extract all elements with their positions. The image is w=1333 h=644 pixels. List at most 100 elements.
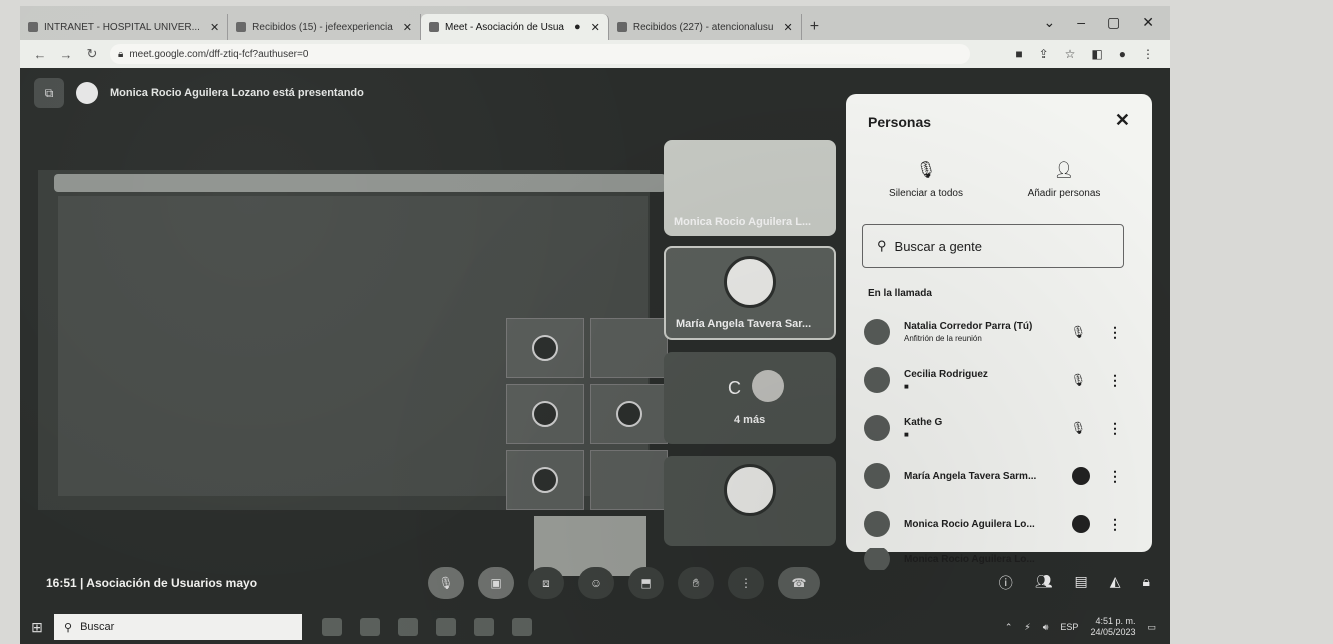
shared-tile (590, 318, 668, 378)
participant-tile[interactable]: Monica Rocio Aguilera L... (664, 140, 836, 236)
close-icon[interactable]: ✕ (403, 21, 412, 34)
more-options-icon[interactable]: ⋮ (1108, 516, 1122, 533)
captions-icon[interactable]: ⧈ (528, 567, 564, 599)
more-participants-tile[interactable]: C 4 más (664, 352, 836, 444)
avatar (864, 367, 890, 393)
more-options-icon[interactable]: ⋮ (1108, 420, 1122, 437)
volume-icon[interactable]: 🔊︎ (1043, 622, 1049, 633)
tray-time: 4:51 p. m. (1095, 616, 1136, 626)
close-icon[interactable]: ✕ (210, 21, 219, 34)
layout-icon[interactable]: ⧉ (34, 78, 64, 108)
address-bar[interactable]: 🔒︎ meet.google.com/dff-ztiq-fcf?authuser… (110, 44, 970, 64)
raise-hand-icon[interactable]: ✋︎ (678, 567, 714, 599)
camera-off-icon: ■ (904, 382, 909, 391)
activities-icon[interactable]: ◭ (1110, 573, 1121, 593)
close-icon[interactable]: ✕ (1115, 110, 1130, 131)
notifications-icon[interactable]: ▭ (1147, 622, 1156, 633)
camera-off-icon: ■ (904, 430, 909, 439)
section-label: En la llamada (868, 288, 932, 299)
close-icon[interactable]: ✕ (783, 21, 792, 34)
search-icon: ⚲ (64, 621, 73, 634)
profile-icon[interactable]: ● (1119, 47, 1126, 61)
tab-gmail-atencion[interactable]: Recibidos (227) - atencionalusu ✕ (609, 14, 802, 40)
meet-area: ⧉ Monica Rocio Aguilera Lozano está pres… (20, 68, 1170, 610)
chat-icon[interactable]: ▤ (1075, 573, 1088, 593)
network-icon[interactable]: ⚡︎ (1024, 622, 1030, 633)
close-window-icon[interactable]: ✕ (1142, 14, 1154, 31)
present-screen-icon[interactable]: ⬒ (628, 567, 664, 599)
separator: | (80, 576, 84, 590)
clock[interactable]: 4:51 p. m. 24/05/2023 (1090, 616, 1135, 638)
mic-off-icon[interactable]: 🎙︎ (1071, 373, 1086, 387)
star-icon[interactable]: ☆ (1065, 47, 1076, 61)
shared-browser-bar (54, 174, 666, 192)
host-controls-icon[interactable]: 🔒︎ (1143, 573, 1150, 593)
tab-meet[interactable]: Meet - Asociación de Usua ● ✕ (421, 14, 609, 40)
mic-off-icon[interactable]: 🎙︎ (1071, 325, 1086, 339)
list-item[interactable]: Monica Rocio Aguilera Lo... ⋮ (864, 500, 1134, 548)
menu-icon[interactable]: ⋮ (1142, 47, 1154, 61)
list-item[interactable]: Natalia Corredor Parra (Tú) Anfitrión de… (864, 308, 1134, 356)
chevron-down-icon[interactable]: ⌄ (1044, 14, 1056, 31)
windows-start-icon[interactable]: ⊞ (20, 619, 54, 636)
app-icon[interactable] (512, 618, 532, 636)
reload-icon[interactable]: ↻ (84, 46, 100, 62)
tab-intranet[interactable]: INTRANET - HOSPITAL UNIVER... ✕ (20, 14, 229, 40)
speaking-indicator-icon (1072, 467, 1090, 485)
minimize-icon[interactable]: – (1077, 14, 1085, 31)
chevron-up-icon[interactable]: ⌃ (1005, 622, 1013, 633)
shared-tile (506, 384, 584, 444)
meeting-info: 16:51 | Asociación de Usuarios mayo (46, 576, 257, 590)
file-explorer-icon[interactable] (398, 618, 418, 636)
participant-name: María Angela Tavera Sar... (676, 318, 812, 330)
more-options-icon[interactable]: ⋮ (728, 567, 764, 599)
meeting-clock: 16:51 (46, 576, 77, 590)
tab-label: Recibidos (15) - jefeexperiencia (252, 21, 393, 33)
task-view-icon[interactable] (322, 618, 342, 636)
emoji-icon[interactable]: ☺ (578, 567, 614, 599)
list-item[interactable]: Kathe G ■ 🎙︎ ⋮ (864, 404, 1134, 452)
shared-participant-grid (506, 318, 668, 510)
speaking-indicator-icon (1072, 515, 1090, 533)
outlook-icon[interactable] (436, 618, 456, 636)
camera-icon[interactable]: ■ (1015, 47, 1022, 61)
participant-tile[interactable]: María Angela Tavera Sar... (664, 246, 836, 340)
add-person-icon: 👤︎ (1053, 162, 1075, 179)
avatar (724, 256, 776, 309)
taskbar-search-label: Buscar (80, 621, 115, 633)
meeting-controls-bar: 16:51 | Asociación de Usuarios mayo 🎙︎ ▣… (20, 556, 1170, 610)
taskbar-search[interactable]: ⚲ Buscar (54, 614, 302, 640)
avatar (532, 401, 558, 427)
language-label[interactable]: ESP (1060, 622, 1078, 632)
presenter-bar: ⧉ Monica Rocio Aguilera Lozano está pres… (34, 78, 364, 108)
mail-icon[interactable] (474, 618, 494, 636)
list-item[interactable]: Cecilia Rodriguez ■ 🎙︎ ⋮ (864, 356, 1134, 404)
shared-tile (590, 384, 668, 444)
add-people-button[interactable]: 👤︎ Añadir personas (1004, 160, 1124, 199)
new-tab-button[interactable]: + (802, 14, 827, 40)
camera-off-icon[interactable]: ▣ (478, 567, 514, 599)
meet-icon (429, 22, 440, 32)
mute-all-button[interactable]: 🎙︎ Silenciar a todos (866, 160, 986, 199)
more-options-icon[interactable]: ⋮ (1108, 468, 1122, 485)
more-options-icon[interactable]: ⋮ (1108, 372, 1122, 389)
mic-off-icon[interactable]: 🎙︎ (428, 567, 464, 599)
tab-gmail-jefe[interactable]: Recibidos (15) - jefeexperiencia ✕ (228, 14, 422, 40)
restore-icon[interactable]: ▢ (1107, 14, 1120, 31)
close-icon[interactable]: ✕ (591, 21, 600, 34)
forward-icon[interactable]: → (58, 47, 74, 62)
self-tile[interactable] (664, 456, 836, 546)
info-icon[interactable]: ⓘ (999, 573, 1013, 593)
leave-call-icon[interactable]: ☎ (778, 567, 820, 599)
chrome-icon[interactable] (360, 618, 380, 636)
more-options-icon[interactable]: ⋮ (1108, 324, 1122, 341)
sidepanel-icon[interactable]: ◧ (1091, 47, 1102, 61)
recording-dot-icon: ● (573, 21, 581, 33)
people-icon[interactable]: 👥︎ (1035, 573, 1053, 593)
list-item[interactable]: María Angela Tavera Sarm... ⋮ (864, 452, 1134, 500)
back-icon[interactable]: ← (32, 47, 48, 62)
avatar (864, 415, 890, 441)
mic-off-icon[interactable]: 🎙︎ (1071, 421, 1086, 435)
search-input[interactable]: ⚲ Buscar a gente (862, 224, 1124, 268)
share-icon[interactable]: ⇪ (1039, 47, 1049, 61)
